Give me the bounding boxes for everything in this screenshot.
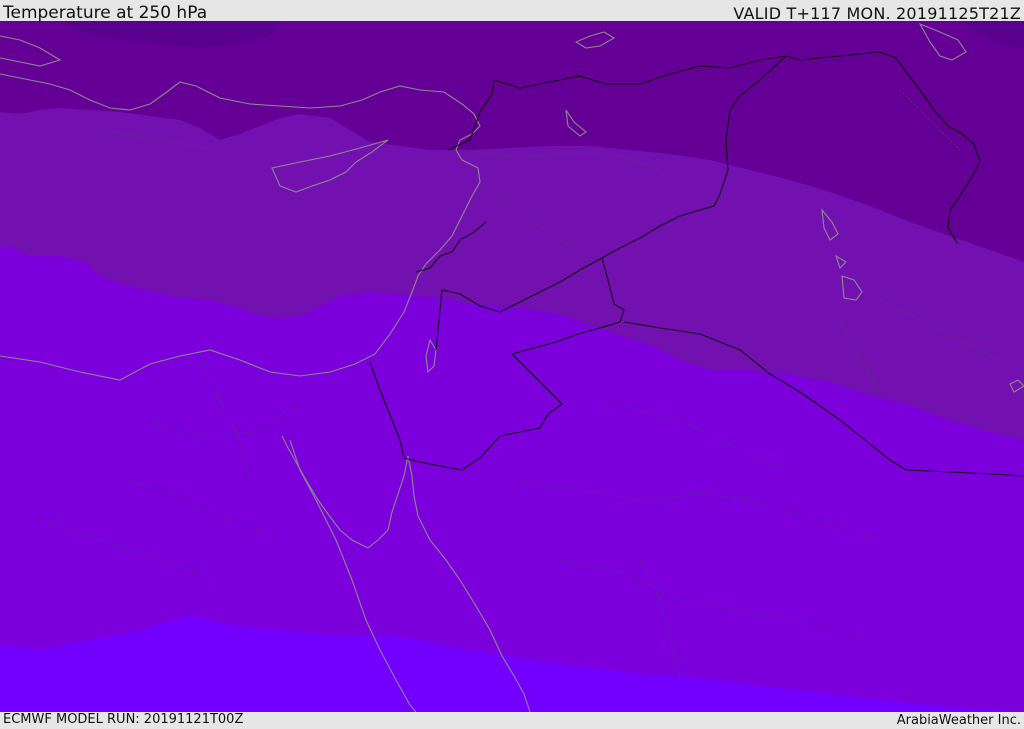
- header-bar: Temperature at 250 hPa VALID T+117 MON. …: [0, 0, 1024, 23]
- map-title: Temperature at 250 hPa: [3, 3, 208, 23]
- map-canvas[interactable]: [0, 21, 1024, 712]
- model-run: ECMWF MODEL RUN: 20191121T00Z: [3, 712, 244, 727]
- footer-bar: ECMWF MODEL RUN: 20191121T00Z ArabiaWeat…: [0, 712, 1024, 729]
- valid-time: VALID T+117 MON. 20191125T21Z: [733, 4, 1021, 23]
- brand-name: ArabiaWeather Inc.: [896, 713, 1021, 728]
- temperature-map: [0, 21, 1024, 712]
